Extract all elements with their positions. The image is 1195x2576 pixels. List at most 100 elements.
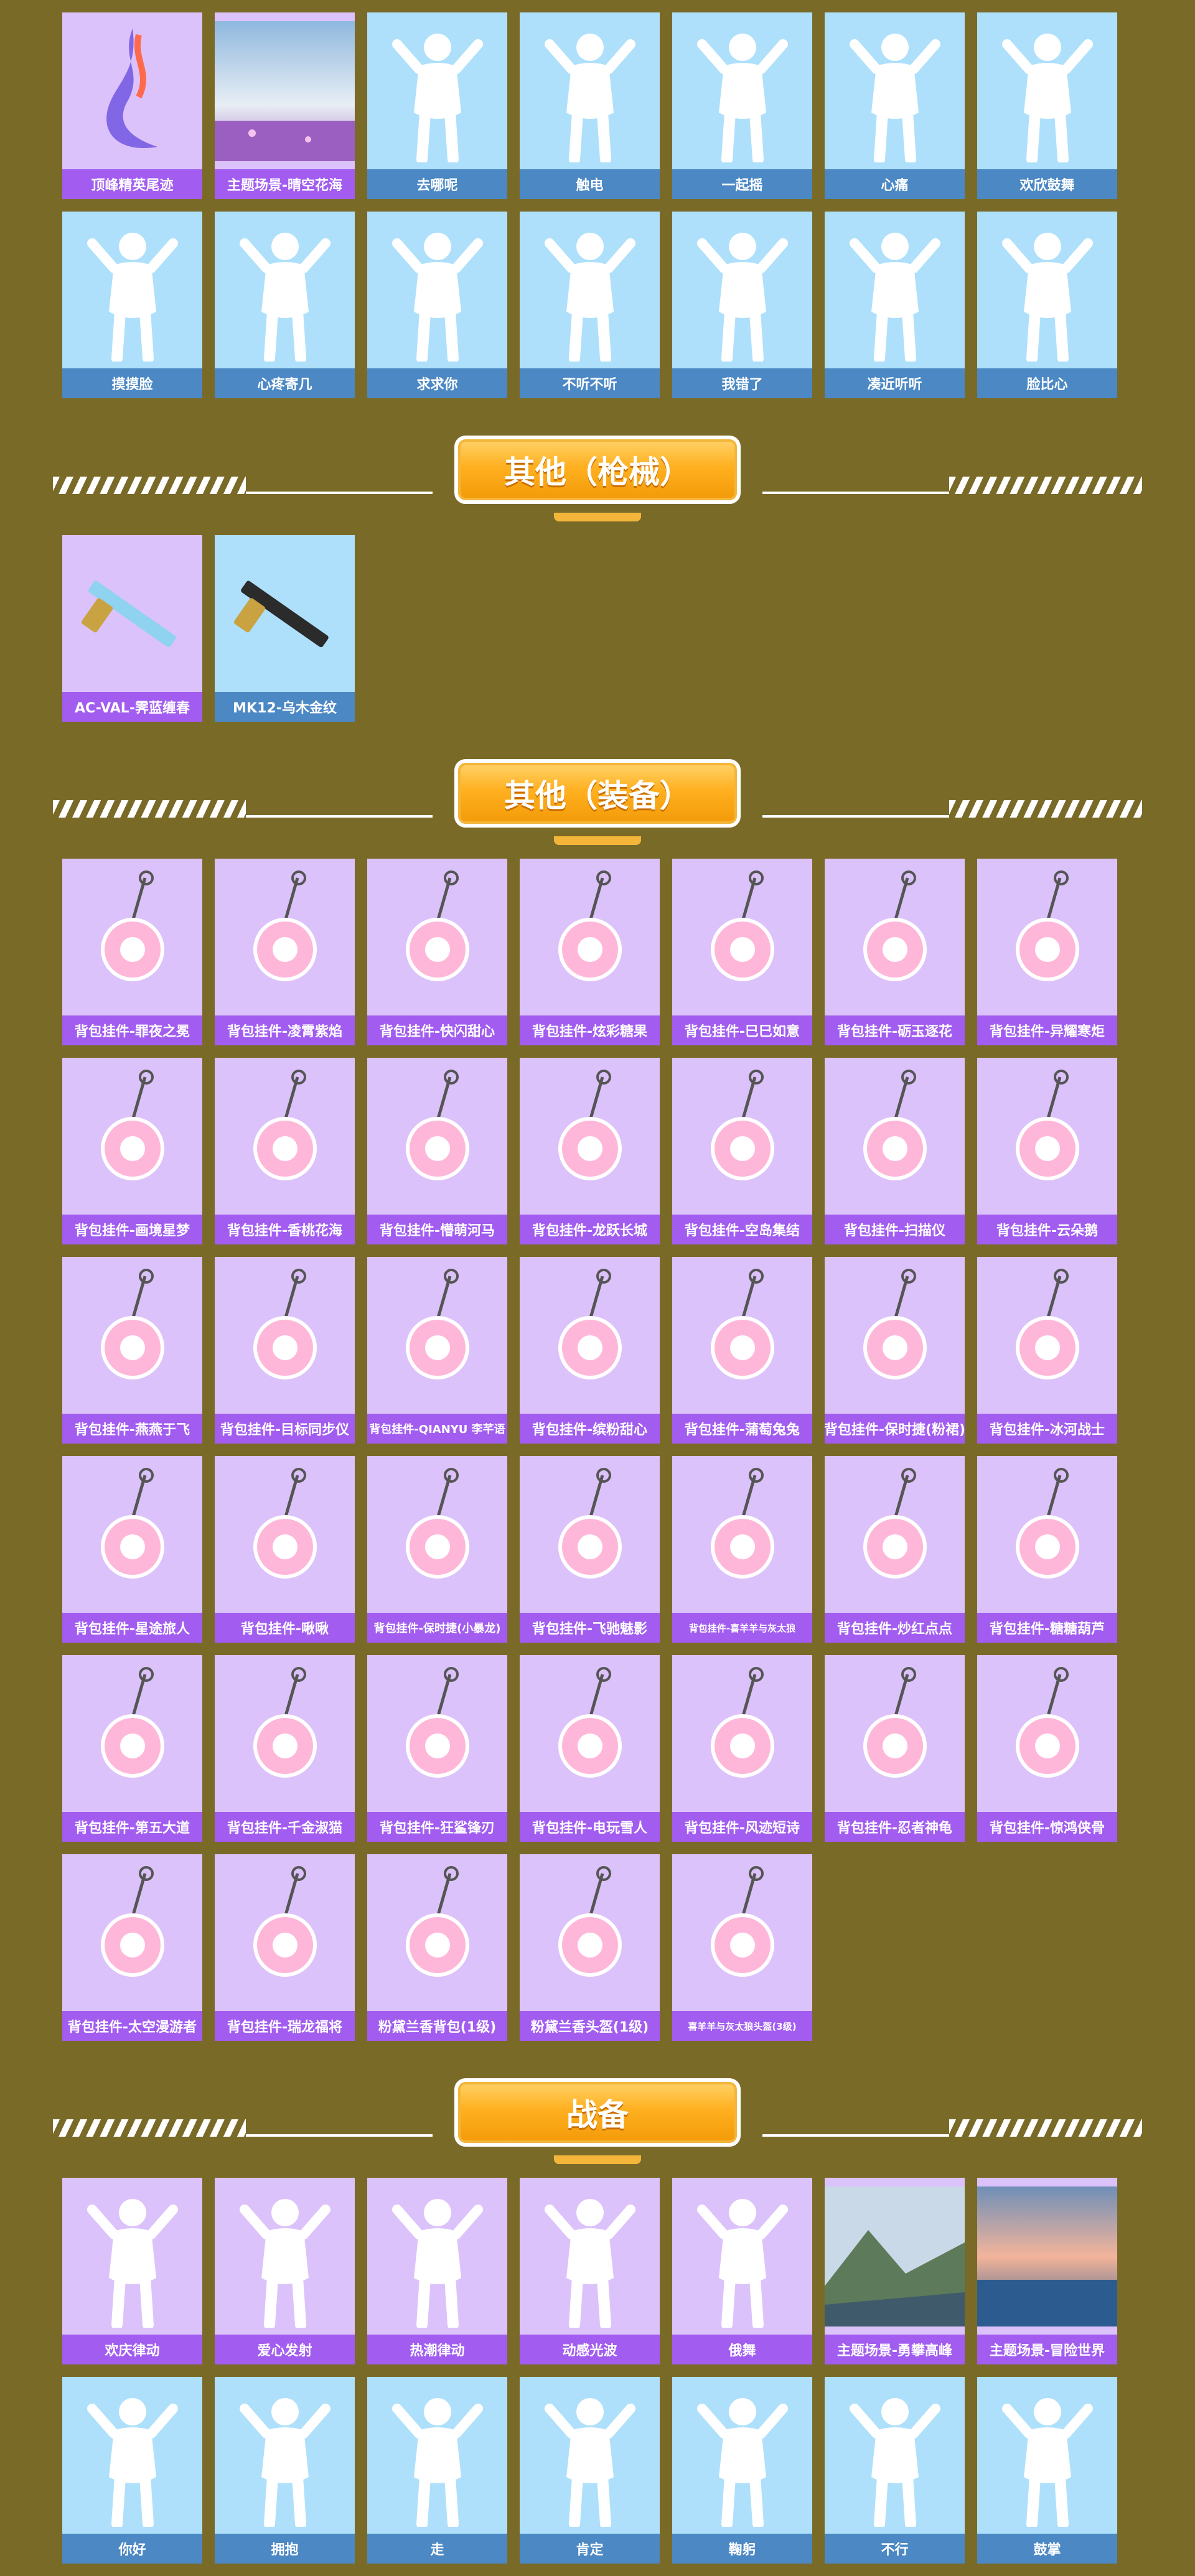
item-card[interactable]: 背包挂件-画境星梦	[62, 1058, 202, 1244]
decor-stripes	[949, 2119, 1142, 2137]
item-card[interactable]: 顶峰精英尾迹	[62, 12, 202, 199]
item-card[interactable]: 背包挂件-砺玉逐花	[825, 859, 965, 1045]
item-card[interactable]: 背包挂件-蒲萄兔兔	[672, 1257, 812, 1444]
item-card[interactable]: 背包挂件-QIANYU 李芊语	[367, 1257, 507, 1444]
item-card[interactable]: 凑近听听	[825, 212, 965, 398]
item-card[interactable]: 鞠躬	[672, 2377, 812, 2564]
item-card[interactable]: 背包挂件-星途旅人	[62, 1456, 202, 1643]
item-card[interactable]: 我错了	[672, 212, 812, 398]
item-card[interactable]: AC-VAL-霁蓝缠春	[62, 535, 202, 722]
item-card[interactable]: 背包挂件-罪夜之冕	[62, 859, 202, 1045]
item-label: 走	[367, 2534, 507, 2564]
item-label: 摸摸脸	[62, 368, 202, 398]
item-card[interactable]: 背包挂件-懵萌河马	[367, 1058, 507, 1244]
charm-icon	[672, 859, 812, 1015]
charm-icon	[62, 1058, 202, 1215]
charm-icon	[62, 1257, 202, 1414]
item-card[interactable]: 你好	[62, 2377, 202, 2564]
item-card[interactable]: 背包挂件-喜羊羊与灰太狼	[672, 1456, 812, 1643]
decor-stripes	[53, 477, 246, 494]
figure-silhouette	[977, 12, 1117, 169]
item-label: 背包挂件-快闪甜心	[367, 1015, 507, 1045]
item-card[interactable]: 欢欣鼓舞	[977, 12, 1117, 199]
item-card[interactable]: 背包挂件-冰河战士	[977, 1257, 1117, 1444]
item-card[interactable]: 一起摇	[672, 12, 812, 199]
item-card[interactable]: 背包挂件-风迹短诗	[672, 1655, 812, 1842]
item-label: 背包挂件-第五大道	[62, 1812, 202, 1842]
item-card[interactable]: 背包挂件-扫描仪	[825, 1058, 965, 1244]
item-label: 你好	[62, 2534, 202, 2564]
item-card[interactable]: 喜羊羊与灰太狼头盔(3级)	[672, 1854, 812, 2041]
item-card[interactable]: 背包挂件-目标同步仪	[215, 1257, 355, 1444]
item-label: 背包挂件-QIANYU 李芊语	[367, 1414, 507, 1444]
charm-icon	[825, 1655, 965, 1812]
item-card[interactable]: 主题场景-冒险世界	[977, 2178, 1117, 2364]
item-label: 一起摇	[672, 169, 812, 199]
item-card[interactable]: 背包挂件-空岛集结	[672, 1058, 812, 1244]
charm-icon	[520, 1257, 660, 1414]
item-card[interactable]: 背包挂件-龙跃长城	[520, 1058, 660, 1244]
item-card[interactable]: 背包挂件-千金淑猫	[215, 1655, 355, 1842]
item-card[interactable]: 主题场景-晴空花海	[215, 12, 355, 199]
item-card[interactable]: 背包挂件-太空漫游者	[62, 1854, 202, 2041]
item-card[interactable]: 背包挂件-飞驰魅影	[520, 1456, 660, 1643]
item-card[interactable]: 拥抱	[215, 2377, 355, 2564]
item-card[interactable]: 背包挂件-凌霄紫焰	[215, 859, 355, 1045]
item-card[interactable]: 背包挂件-炒红点点	[825, 1456, 965, 1643]
item-card[interactable]: 主题场景-勇攀高峰	[825, 2178, 965, 2364]
item-label: 背包挂件-保时捷(小暴龙)	[367, 1613, 507, 1643]
item-label: 我错了	[672, 368, 812, 398]
item-row: 摸摸脸 心疼寄几 求求你 不听不听 我错了 凑近听听 脸比心	[62, 212, 1120, 398]
item-card[interactable]: 背包挂件-燕燕于飞	[62, 1257, 202, 1444]
item-card[interactable]: 背包挂件-云朵鹅	[977, 1058, 1117, 1244]
charm-icon	[62, 859, 202, 1015]
item-label: 背包挂件-燕燕于飞	[62, 1414, 202, 1444]
item-card[interactable]: 背包挂件-炫彩糖果	[520, 859, 660, 1045]
item-row: 背包挂件-燕燕于飞 背包挂件-目标同步仪 背包挂件-QIANYU 李芊语 背包挂件-缤…	[62, 1257, 1120, 1444]
item-label: 背包挂件-缤粉甜心	[520, 1414, 660, 1444]
item-card[interactable]: 背包挂件-电玩雪人	[520, 1655, 660, 1842]
item-card[interactable]: 背包挂件-第五大道	[62, 1655, 202, 1842]
item-card[interactable]: 摸摸脸	[62, 212, 202, 398]
item-card[interactable]: MK12-乌木金纹	[215, 535, 355, 722]
item-card[interactable]: 背包挂件-忍者神龟	[825, 1655, 965, 1842]
item-card[interactable]: 动感光波	[520, 2178, 660, 2364]
item-card[interactable]: 肯定	[520, 2377, 660, 2564]
item-card[interactable]: 背包挂件-保时捷(小暴龙)	[367, 1456, 507, 1643]
flower-field-scene	[215, 12, 355, 169]
item-card[interactable]: 去哪呢	[367, 12, 507, 199]
item-card[interactable]: 背包挂件-香桃花海	[215, 1058, 355, 1244]
item-card[interactable]: 粉黛兰香背包(1级)	[367, 1854, 507, 2041]
item-card[interactable]: 背包挂件-快闪甜心	[367, 859, 507, 1045]
item-card[interactable]: 脸比心	[977, 212, 1117, 398]
item-card[interactable]: 背包挂件-异耀寒炬	[977, 859, 1117, 1045]
item-card[interactable]: 爱心发射	[215, 2178, 355, 2364]
item-label: 粉黛兰香头盔(1级)	[520, 2011, 660, 2041]
item-card[interactable]: 鼓掌	[977, 2377, 1117, 2564]
item-card[interactable]: 背包挂件-糖糖葫芦	[977, 1456, 1117, 1643]
item-card[interactable]: 背包挂件-啾啾	[215, 1456, 355, 1643]
item-card[interactable]: 走	[367, 2377, 507, 2564]
flame-trail-icon	[62, 12, 202, 169]
item-card[interactable]: 背包挂件-巳巳如意	[672, 859, 812, 1045]
charm-icon	[520, 1655, 660, 1812]
item-card[interactable]: 背包挂件-瑞龙福将	[215, 1854, 355, 2041]
item-label: 背包挂件-空岛集结	[672, 1215, 812, 1244]
item-card[interactable]: 求求你	[367, 212, 507, 398]
item-card[interactable]: 粉黛兰香头盔(1级)	[520, 1854, 660, 2041]
item-card[interactable]: 背包挂件-保时捷(粉裙)	[825, 1257, 965, 1444]
item-card[interactable]: 触电	[520, 12, 660, 199]
item-card[interactable]: 不听不听	[520, 212, 660, 398]
item-card[interactable]: 背包挂件-狂鲨锋刃	[367, 1655, 507, 1842]
item-card[interactable]: 俄舞	[672, 2178, 812, 2364]
item-card[interactable]: 心痛	[825, 12, 965, 199]
item-card[interactable]: 不行	[825, 2377, 965, 2564]
figure-silhouette	[825, 12, 965, 169]
item-card[interactable]: 背包挂件-缤粉甜心	[520, 1257, 660, 1444]
item-label: 背包挂件-啾啾	[215, 1613, 355, 1643]
item-card[interactable]: 热潮律动	[367, 2178, 507, 2364]
decor-line	[762, 492, 949, 494]
item-card[interactable]: 心疼寄几	[215, 212, 355, 398]
item-card[interactable]: 欢庆律动	[62, 2178, 202, 2364]
item-card[interactable]: 背包挂件-惊鸿侠骨	[977, 1655, 1117, 1842]
